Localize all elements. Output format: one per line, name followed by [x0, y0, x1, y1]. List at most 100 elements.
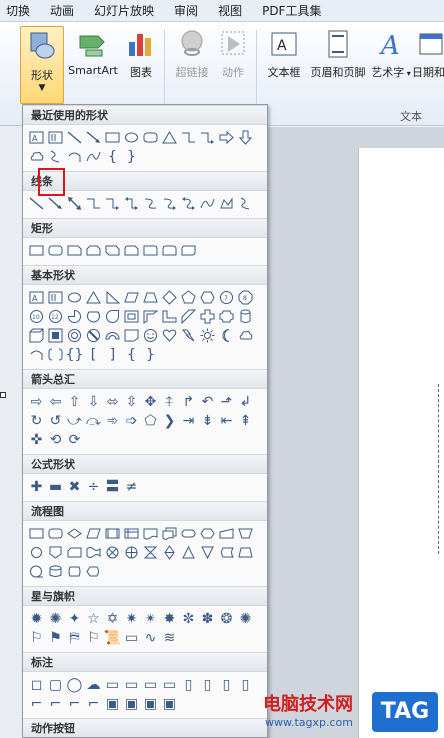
- sixteen-point-star-shape[interactable]: ✽: [198, 609, 217, 628]
- can-shape[interactable]: [236, 307, 255, 326]
- line-callout-2-accent-bar-shape[interactable]: ▯: [198, 675, 217, 694]
- flowchart-connector-shape[interactable]: [27, 543, 46, 562]
- flowchart-punched-tape-shape[interactable]: [84, 543, 103, 562]
- right-brace-shape[interactable]: }: [141, 345, 160, 364]
- pie-shape[interactable]: [65, 307, 84, 326]
- flowchart-display-shape[interactable]: [84, 562, 103, 581]
- donut-shape[interactable]: [65, 326, 84, 345]
- pentagon-shape[interactable]: [179, 288, 198, 307]
- round-single-corner-rectangle-shape[interactable]: [141, 241, 160, 260]
- flowchart-summing-junction-shape[interactable]: [103, 543, 122, 562]
- rectangle-shape[interactable]: [27, 241, 46, 260]
- chevron-shape[interactable]: ❯: [160, 411, 179, 430]
- curved-line-shape[interactable]: [46, 147, 65, 166]
- vertical-textbox-shape[interactable]: [46, 128, 65, 147]
- bent-up-arrow-shape[interactable]: ↲: [236, 392, 255, 411]
- arc-shape[interactable]: [65, 147, 84, 166]
- smiley-face-shape[interactable]: [141, 326, 160, 345]
- flowchart-card-shape[interactable]: [65, 543, 84, 562]
- tab-slideshow[interactable]: 幻灯片放映: [84, 0, 164, 22]
- hexagon-shape[interactable]: [198, 288, 217, 307]
- curved-double-arrow-connector-shape[interactable]: [179, 194, 198, 213]
- tab-pdf-tools[interactable]: PDF工具集: [252, 0, 331, 22]
- scribble-shape[interactable]: [236, 194, 255, 213]
- round-same-side-rectangle-shape[interactable]: [160, 241, 179, 260]
- snip-single-corner-rectangle-shape[interactable]: [65, 241, 84, 260]
- left-up-arrow-shape[interactable]: ⬏: [217, 392, 236, 411]
- twenty-four-point-star-shape[interactable]: ❂: [217, 609, 236, 628]
- sun-shape[interactable]: [198, 326, 217, 345]
- down-arrow-shape[interactable]: [236, 128, 255, 147]
- heart-shape[interactable]: [160, 326, 179, 345]
- line-callout-3-accent-bar-shape[interactable]: ▯: [217, 675, 236, 694]
- four-point-star-shape[interactable]: ✦: [65, 609, 84, 628]
- diamond-shape[interactable]: [160, 288, 179, 307]
- isosceles-triangle-shape[interactable]: [84, 288, 103, 307]
- plaque-shape[interactable]: [217, 307, 236, 326]
- double-bracket-shape[interactable]: [46, 345, 65, 364]
- parallelogram-shape[interactable]: [122, 288, 141, 307]
- header-footer-button[interactable]: 页眉和页脚: [306, 28, 370, 80]
- circular-arrow-shape[interactable]: ⟲: [46, 430, 65, 449]
- down-ribbon-shape[interactable]: ⚑: [46, 628, 65, 647]
- rectangular-callout-shape[interactable]: ◻: [27, 675, 46, 694]
- resize-handle[interactable]: [0, 392, 6, 398]
- flowchart-internal-storage-shape[interactable]: [122, 524, 141, 543]
- flowchart-alternate-process-shape[interactable]: [46, 524, 65, 543]
- rounded-rectangular-callout-shape[interactable]: ▢: [46, 675, 65, 694]
- notched-right-arrow-shape[interactable]: ➩: [122, 411, 141, 430]
- seven-point-star-shape[interactable]: ✷: [122, 609, 141, 628]
- snip-diagonal-rectangle-shape[interactable]: [103, 241, 122, 260]
- flowchart-or-shape[interactable]: [122, 543, 141, 562]
- flowchart-manual-input-shape[interactable]: [217, 524, 236, 543]
- up-arrow-callout-shape[interactable]: ⇞: [236, 411, 255, 430]
- up-arrow-shape[interactable]: ⇧: [65, 392, 84, 411]
- tab-view[interactable]: 视图: [208, 0, 252, 22]
- textbox-shape[interactable]: A: [27, 288, 46, 307]
- flowchart-preparation-shape[interactable]: [198, 524, 217, 543]
- left-right-up-arrow-shape[interactable]: ⍏: [160, 392, 179, 411]
- right-triangle-shape[interactable]: [103, 288, 122, 307]
- line-callout-4-shape[interactable]: ▭: [160, 675, 179, 694]
- line-shape[interactable]: [27, 194, 46, 213]
- smartart-button[interactable]: SmartArt: [66, 28, 120, 77]
- teardrop-shape[interactable]: [103, 307, 122, 326]
- flowchart-decision-shape[interactable]: [65, 524, 84, 543]
- line-callout-4-border-and-accent-bar-shape[interactable]: ▣: [160, 694, 179, 713]
- flowchart-merge-shape[interactable]: [198, 543, 217, 562]
- flowchart-delay-shape[interactable]: [236, 543, 255, 562]
- left-arrow-callout-shape[interactable]: ⇤: [217, 411, 236, 430]
- moon-shape[interactable]: [217, 326, 236, 345]
- curved-right-arrow-shape[interactable]: ↻: [27, 411, 46, 430]
- triangle-shape[interactable]: [160, 128, 179, 147]
- cloud-shape[interactable]: [27, 147, 46, 166]
- line-callout-4-accent-bar-shape[interactable]: ▯: [236, 675, 255, 694]
- not-equal-shape[interactable]: ≠: [122, 477, 141, 496]
- arrow-line-shape[interactable]: [84, 128, 103, 147]
- bent-arrow-shape[interactable]: ↱: [179, 392, 198, 411]
- arc-shape[interactable]: [27, 345, 46, 364]
- right-brace-shape[interactable]: }: [122, 147, 141, 166]
- line-callout-1-no-border-shape[interactable]: ⌐: [27, 694, 46, 713]
- oval-shape[interactable]: [65, 288, 84, 307]
- left-bracket-shape[interactable]: [: [84, 345, 103, 364]
- vertical-textbox-shape[interactable]: [46, 288, 65, 307]
- quad-arrow-shape[interactable]: ✥: [141, 392, 160, 411]
- quad-arrow-callout-shape[interactable]: ✜: [27, 430, 46, 449]
- textbox-button[interactable]: A 文本框: [262, 28, 306, 80]
- snip-round-rectangle-shape[interactable]: [122, 241, 141, 260]
- elbow-arrow-connector-shape[interactable]: [103, 194, 122, 213]
- elbow-arrow-connector-shape[interactable]: [198, 128, 217, 147]
- flowchart-collate-shape[interactable]: [141, 543, 160, 562]
- rectangle-shape[interactable]: [103, 128, 122, 147]
- flowchart-off-page-connector-shape[interactable]: [46, 543, 65, 562]
- left-brace-shape[interactable]: {: [122, 345, 141, 364]
- flowchart-terminator-shape[interactable]: [179, 524, 198, 543]
- cube-shape[interactable]: [27, 326, 46, 345]
- folded-corner-shape[interactable]: [122, 326, 141, 345]
- heptagon-shape[interactable]: 7: [217, 288, 236, 307]
- right-arrow-callout-shape[interactable]: ⇥: [179, 411, 198, 430]
- flowchart-magnetic-disk-shape[interactable]: [46, 562, 65, 581]
- flowchart-stored-data-shape[interactable]: [217, 543, 236, 562]
- left-right-arrow-callout-shape[interactable]: ⟳: [65, 430, 84, 449]
